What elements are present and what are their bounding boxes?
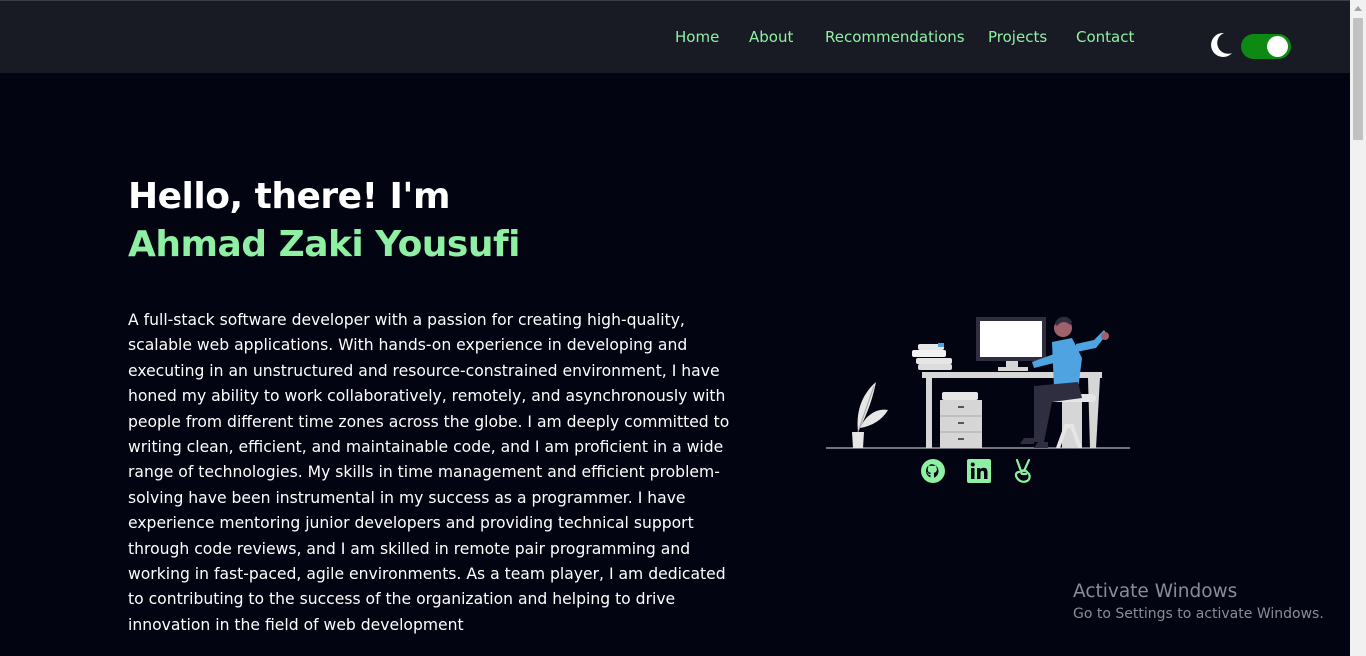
hero-greeting: Hello, there! I'm [128, 176, 450, 217]
dark-mode-toggle[interactable] [1241, 34, 1291, 59]
nav-links: Home About Recommendations Projects Cont… [0, 28, 1350, 50]
toggle-knob [1267, 36, 1288, 57]
nav-contact[interactable]: Contact [1076, 28, 1134, 46]
nav-about[interactable]: About [749, 28, 793, 46]
scroll-up-arrow-icon[interactable] [1354, 6, 1362, 11]
angellist-icon[interactable] [1010, 458, 1036, 484]
scroll-thumb[interactable] [1353, 18, 1363, 140]
moon-icon [1211, 32, 1232, 57]
activate-windows-title: Activate Windows [1073, 581, 1238, 602]
hero-bio: A full-stack software developer with a p… [128, 311, 730, 634]
hero-name: Ahmad Zaki Yousufi [128, 224, 521, 265]
nav-projects[interactable]: Projects [988, 28, 1047, 46]
nav-home[interactable]: Home [675, 28, 719, 46]
github-icon[interactable] [920, 458, 946, 484]
linkedin-icon[interactable] [966, 458, 992, 484]
developer-illustration [826, 316, 1130, 449]
scrollbar[interactable] [1350, 0, 1366, 656]
nav-recommendations[interactable]: Recommendations [825, 28, 965, 46]
navbar: Home About Recommendations Projects Cont… [0, 0, 1350, 73]
activate-windows-subtitle: Go to Settings to activate Windows. [1073, 606, 1324, 622]
